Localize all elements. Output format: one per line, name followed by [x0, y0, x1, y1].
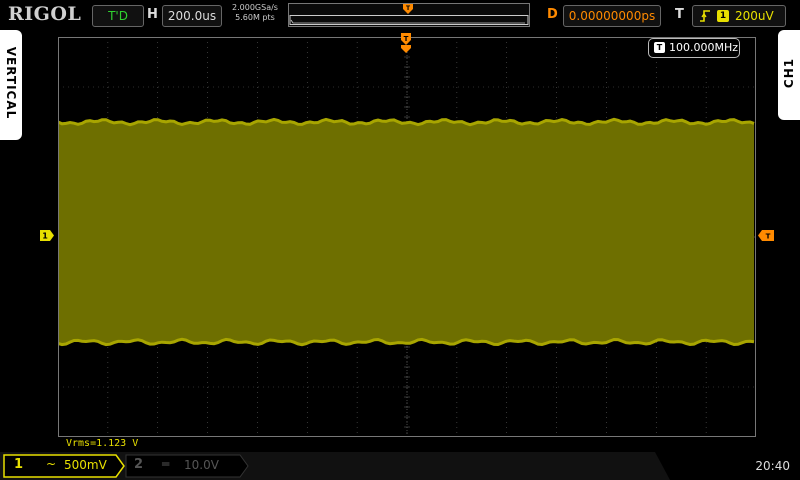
ch1-waveform-trace: [58, 117, 755, 347]
top-status-bar: RIGOL T'D H 200.0us 2.000GSa/s 5.60M pts…: [0, 0, 800, 30]
vrms-measurement: Vrms=1.123 V: [66, 438, 139, 449]
trigger-level: 200uV: [735, 9, 774, 23]
trigger-label: T: [675, 7, 684, 22]
trigger-status[interactable]: T'D: [92, 5, 144, 27]
ch1-offset-marker[interactable]: 1: [40, 230, 54, 241]
memory-waveform-icon: [289, 15, 529, 25]
vertical-tab-label: VERTICAL: [4, 46, 18, 120]
brand-logo: RIGOL: [8, 3, 82, 25]
vertical-menu-tab[interactable]: VERTICAL: [0, 30, 22, 140]
frequency-counter: T 100.000MHz: [648, 38, 740, 58]
trigger-position-icon: T: [403, 4, 413, 14]
trigger-settings[interactable]: 1 200uV: [692, 5, 786, 27]
dc-coupling-icon: ═: [162, 457, 170, 471]
ch1-channel-tab[interactable]: 1 ~ 500mV: [4, 455, 124, 477]
acquisition-info: 2.000GSa/s 5.60M pts: [226, 3, 284, 23]
waveform-display[interactable]: [58, 37, 756, 437]
svg-text:1: 1: [42, 232, 48, 241]
ch1-scale: 500mV: [64, 458, 107, 472]
trigger-level-marker[interactable]: T: [758, 230, 774, 241]
counter-trigger-icon: T: [654, 42, 665, 53]
memory-depth: 5.60M pts: [235, 13, 275, 22]
trigger-position-marker[interactable]: T: [400, 33, 412, 53]
svg-text:T: T: [404, 35, 409, 43]
ch1-menu-tab[interactable]: CH1: [778, 30, 800, 120]
frequency-value: 100.000MHz: [669, 41, 739, 54]
svg-text:T: T: [766, 233, 771, 241]
waveform-envelope: [58, 119, 754, 345]
ch1-tab-label: CH1: [782, 57, 796, 89]
delay-value[interactable]: 0.00000000ps: [563, 5, 661, 27]
ch2-scale: 10.0V: [184, 458, 219, 472]
ch2-number: 2: [134, 457, 144, 472]
memory-overview-bar[interactable]: T: [288, 3, 530, 27]
clock: 20:40: [755, 459, 790, 473]
ac-coupling-icon: ~: [46, 457, 57, 471]
sample-rate: 2.000GSa/s: [232, 3, 278, 12]
horizontal-label: H: [147, 7, 158, 22]
rising-edge-icon: [700, 10, 710, 22]
trigger-source: 1: [717, 10, 729, 22]
timebase-value[interactable]: 200.0us: [162, 5, 222, 27]
ch1-number: 1: [14, 457, 24, 472]
delay-label: D: [547, 7, 558, 22]
ch2-channel-tab[interactable]: 2 ═ 10.0V: [124, 455, 248, 477]
